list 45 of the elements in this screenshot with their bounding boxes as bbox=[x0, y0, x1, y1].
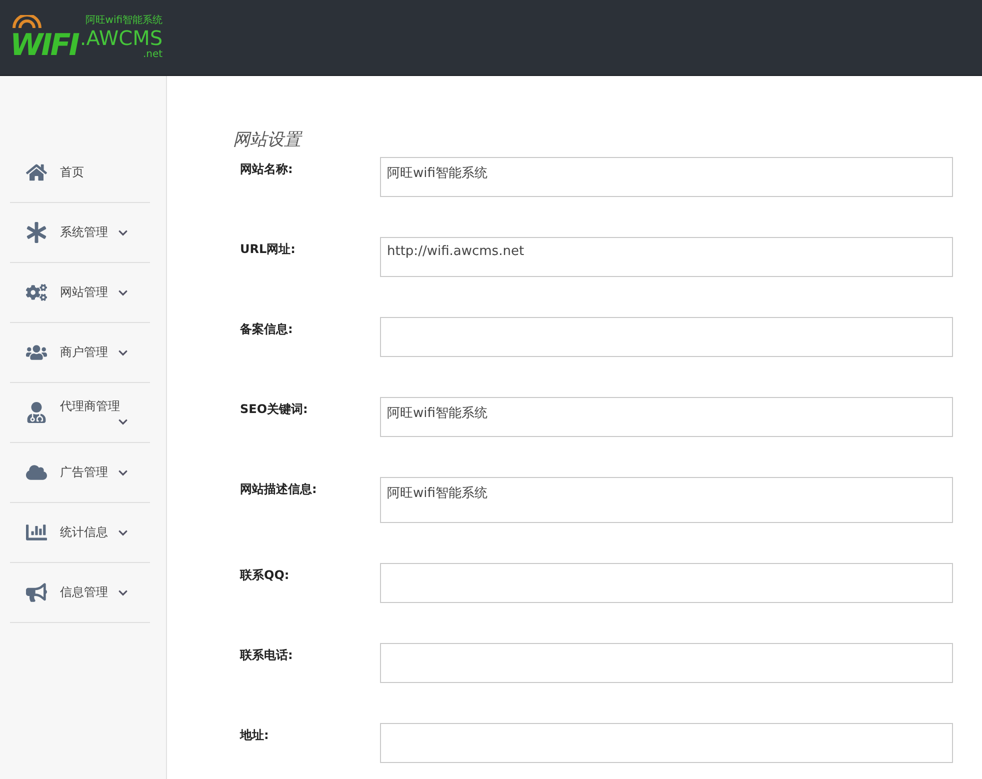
field-label: 联系QQ: bbox=[240, 567, 290, 584]
menu-label: 系统管理 bbox=[60, 224, 108, 241]
logo-tagline: 阿旺wifi智能系统 bbox=[85, 14, 163, 26]
text-field[interactable]: 阿旺wifi智能系统 bbox=[380, 157, 953, 197]
menu-icon bbox=[24, 342, 48, 363]
menu-icon bbox=[24, 582, 48, 603]
section-title: 网站设置 bbox=[233, 129, 304, 151]
menu-label: 代理商管理 bbox=[60, 398, 120, 415]
field-label: URL网址: bbox=[240, 241, 296, 258]
sidebar-item[interactable]: 代理商管理 bbox=[10, 383, 150, 443]
text-field[interactable]: http://wifi.awcms.net bbox=[380, 237, 953, 277]
logo-brand: .AWCMS bbox=[80, 26, 163, 48]
sidebar-item[interactable]: 系统管理 bbox=[10, 203, 150, 263]
field-label: 网站名称: bbox=[240, 161, 294, 178]
text-field[interactable] bbox=[380, 563, 953, 603]
menu-label: 网站管理 bbox=[60, 284, 108, 301]
sidebar-item[interactable]: 商户管理 bbox=[10, 323, 150, 383]
field-label: SEO关键词: bbox=[240, 401, 309, 418]
menu-icon bbox=[24, 282, 48, 303]
wifi-signal-icon bbox=[10, 14, 44, 28]
menu-label: 商户管理 bbox=[60, 344, 108, 361]
menu-icon bbox=[24, 522, 48, 543]
field-label: 联系电话: bbox=[240, 647, 294, 664]
text-field[interactable] bbox=[380, 317, 953, 357]
menu-icon bbox=[24, 222, 48, 243]
text-field[interactable] bbox=[380, 643, 953, 683]
sidebar-item[interactable]: 统计信息 bbox=[10, 503, 150, 563]
field-label: 地址: bbox=[240, 727, 270, 744]
menu-icon bbox=[24, 462, 48, 483]
sidebar-item[interactable]: 广告管理 bbox=[10, 443, 150, 503]
logo-domain: .net bbox=[142, 48, 163, 60]
field-label: 网站描述信息: bbox=[240, 481, 318, 498]
sidebar-item[interactable]: 网站管理 bbox=[10, 263, 150, 323]
menu-label: 信息管理 bbox=[60, 584, 108, 601]
menu-label: 统计信息 bbox=[60, 524, 108, 541]
text-field[interactable]: 阿旺wifi智能系统 bbox=[380, 477, 953, 523]
text-field[interactable] bbox=[380, 723, 953, 763]
field-label: 备案信息: bbox=[240, 321, 294, 338]
menu-icon bbox=[24, 162, 48, 183]
menu-label: 广告管理 bbox=[60, 464, 108, 481]
logo-mark: WIFI bbox=[10, 30, 78, 60]
text-field[interactable]: 阿旺wifi智能系统 bbox=[380, 397, 953, 437]
sidebar-item[interactable]: 信息管理 bbox=[10, 563, 150, 623]
sidebar-item[interactable]: 首页 bbox=[10, 143, 150, 203]
menu-label: 首页 bbox=[60, 164, 84, 181]
